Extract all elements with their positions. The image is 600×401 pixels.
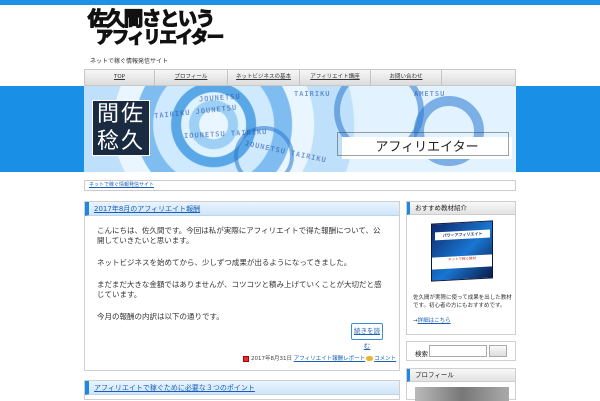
hero-image: JOUNETSU TAIRIKU AMETSU TAIRIKU JOUNETSU…	[84, 86, 516, 172]
post-category-link[interactable]: アフィリエイト報酬レポート	[294, 356, 365, 362]
site-logo[interactable]: 佐久間さという アフィリエイター	[87, 8, 224, 50]
nav-item-course[interactable]: アフィリエイト講座	[300, 70, 371, 85]
read-more-button[interactable]: 続きを読む	[351, 323, 383, 350]
post-body: こんにちは、佐久間です。今回は私が実際にアフィリエイトで得た報酬について、公開し…	[85, 216, 399, 322]
post-meta: 2017年8月31日 アフィリエイト報酬レポート コメント	[243, 354, 396, 362]
hero-name-char: 久	[121, 129, 146, 154]
hero-overlay-text: TAIRIKU	[294, 90, 331, 98]
post-date: 2017年8月31日	[251, 356, 292, 362]
blog-post: アフィリエイトで稼ぐために必要な３つのポイント	[84, 380, 400, 400]
post-paragraph: ネットビジネスを始めてから、少しずつ成果が出るようになってきました。	[97, 258, 352, 267]
hero-overlay-text: JOUNETSU	[198, 92, 241, 104]
product-title-text: パワーアフィリエイト	[435, 229, 490, 241]
widget-heading: おすすめ教材紹介	[407, 202, 515, 215]
site-tagline: ネットで稼ぐ情報発信サイト	[90, 58, 169, 65]
profile-photo	[415, 387, 509, 401]
hero-name-char: 佐	[121, 102, 146, 127]
logo-line-1: 佐久間さという	[87, 8, 215, 30]
hero-banner: JOUNETSU TAIRIKU AMETSU TAIRIKU JOUNETSU…	[0, 86, 600, 172]
post-paragraph: まだまだ大きな金額ではありませんが、コツコツと積み上げていくことが大切だと感じて…	[97, 280, 382, 299]
breadcrumb[interactable]: ネットで稼ぐ情報発信サイト	[84, 180, 516, 191]
product-link-row: →詳細はこちら	[413, 316, 451, 324]
logo-line-2: アフィリエイター	[95, 28, 224, 48]
top-accent-bar	[0, 0, 600, 5]
hero-overlay-text: AMETSU	[414, 90, 446, 98]
product-package-image[interactable]: パワーアフィリエイト ネットで稼ぐ教材	[431, 220, 493, 282]
blog-post: 2017年8月のアフィリエイト報酬 こんにちは、佐久間です。今回は私が実際にアフ…	[84, 201, 400, 371]
sidebar-search-widget: 検索	[406, 341, 516, 361]
comment-icon	[366, 356, 374, 361]
product-description: 佐久間が実際に使って成果を出した教材です。初心者の方にもおすすめです。	[413, 295, 512, 309]
sidebar-profile-widget: プロフィール	[406, 368, 516, 401]
search-button[interactable]	[489, 345, 507, 357]
sidebar-product-widget: おすすめ教材紹介 パワーアフィリエイト ネットで稼ぐ教材 佐久間が実際に使って成…	[406, 201, 516, 335]
nav-item-profile[interactable]: プロフィール	[155, 70, 228, 85]
global-nav: TOP プロフィール ネットビジネスの基本 アフィリエイト講座 お問い合わせ	[84, 69, 516, 86]
product-detail-link[interactable]: 詳細はこちら	[418, 318, 451, 324]
calendar-icon	[243, 355, 249, 362]
post-title[interactable]: アフィリエイトで稼ぐために必要な３つのポイント	[85, 381, 399, 395]
post-paragraph: こんにちは、佐久間です。今回は私が実際にアフィリエイトで得た報酬について、公開し…	[97, 226, 381, 245]
nav-item-contact[interactable]: お問い合わせ	[371, 70, 442, 85]
search-input[interactable]	[429, 345, 487, 357]
post-paragraph: 今月の報酬の内訳は以下の通りです。	[97, 312, 224, 321]
hero-overlay-text: TAIRIKU JOUNETSU	[153, 103, 238, 121]
hero-name-char: 稔	[96, 129, 121, 154]
nav-item-basics[interactable]: ネットビジネスの基本	[228, 70, 300, 85]
post-title[interactable]: 2017年8月のアフィリエイト報酬	[85, 202, 399, 216]
post-comments-link[interactable]: コメント	[374, 356, 396, 362]
search-label: 検索	[415, 350, 428, 358]
hero-title: アフィリエイター	[337, 132, 512, 159]
hero-name-char: 間	[96, 102, 121, 127]
widget-heading: プロフィール	[407, 369, 515, 382]
hero-name-box: 間佐 稔久	[92, 100, 150, 156]
product-band-text: ネットで稼ぐ教材	[432, 254, 492, 270]
nav-item-top[interactable]: TOP	[85, 70, 155, 85]
